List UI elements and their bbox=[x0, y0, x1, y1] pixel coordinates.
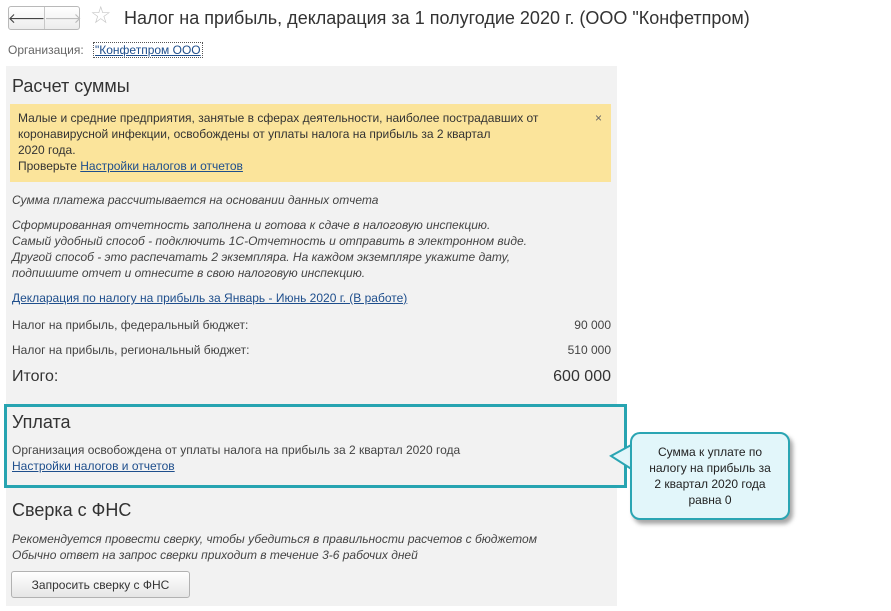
regional-tax-label: Налог на прибыль, региональный бюджет: bbox=[12, 343, 250, 357]
notice-check-prefix: Проверьте bbox=[18, 159, 81, 173]
report-note-line: Самый удобный способ - подключить 1С-Отч… bbox=[12, 234, 527, 248]
callout-line: Сумма к уплате по bbox=[657, 445, 763, 459]
notice-line: 2020 года. bbox=[18, 143, 76, 157]
navigation-buttons: 🡐 🡒 bbox=[7, 6, 82, 30]
notice-line: Проверьте Настройки налогов и отчетов bbox=[18, 158, 581, 174]
total-value: 600 000 bbox=[553, 368, 611, 385]
forward-button[interactable]: 🡒 bbox=[44, 7, 82, 29]
arrow-left-icon: 🡐 bbox=[7, 9, 46, 26]
section-title-payment: Уплата bbox=[12, 412, 71, 432]
report-note-line: Другой способ - это распечатать 2 экземп… bbox=[12, 250, 511, 264]
total-label: Итого: bbox=[12, 368, 59, 385]
federal-tax-value: 90 000 bbox=[574, 318, 611, 332]
page-title: Налог на прибыль, декларация за 1 полуго… bbox=[124, 8, 750, 28]
notice-line: коронавирусной инфекции, освобождены от … bbox=[18, 127, 491, 141]
callout-note: Сумма к уплате по налогу на прибыль за 2… bbox=[630, 432, 790, 520]
tax-settings-link[interactable]: Настройки налогов и отчетов bbox=[80, 159, 243, 173]
reconciliation-note-line: Рекомендуется провести сверку, чтобы убе… bbox=[12, 532, 537, 546]
close-icon[interactable]: × bbox=[595, 110, 602, 126]
arrow-right-icon: 🡒 bbox=[44, 9, 82, 26]
report-note-line: Сформированная отчетность заполнена и го… bbox=[12, 218, 491, 232]
notice-line: Малые и средние предприятия, занятые в с… bbox=[18, 111, 539, 125]
payment-exemption-text: Организация освобождена от уплаты налога… bbox=[12, 443, 461, 457]
section-title-calculation: Расчет суммы bbox=[12, 76, 130, 96]
organization-link[interactable]: "Конфетпром ООО bbox=[93, 42, 203, 58]
back-button[interactable]: 🡐 bbox=[7, 7, 46, 29]
callout-line: налогу на прибыль за bbox=[649, 461, 771, 475]
basis-note: Сумма платежа рассчитывается на основани… bbox=[12, 193, 379, 207]
declaration-link[interactable]: Декларация по налогу на прибыль за Январ… bbox=[12, 291, 407, 305]
request-reconciliation-button[interactable]: Запросить сверку с ФНС bbox=[11, 571, 190, 598]
reconciliation-note-line: Обычно ответ на запрос сверки приходит в… bbox=[12, 548, 418, 562]
favorite-star-icon[interactable]: ☆ bbox=[90, 3, 112, 29]
regional-tax-value: 510 000 bbox=[567, 343, 611, 357]
organization-label: Организация: bbox=[8, 43, 84, 57]
reconciliation-note: Рекомендуется провести сверку, чтобы убе… bbox=[12, 531, 537, 563]
report-note: Сформированная отчетность заполнена и го… bbox=[12, 217, 527, 281]
exemption-notice: Малые и средние предприятия, занятые в с… bbox=[10, 104, 611, 182]
federal-tax-label: Налог на прибыль, федеральный бюджет: bbox=[12, 318, 249, 332]
callout-line: 2 квартал 2020 года bbox=[654, 477, 766, 491]
callout-line: равна 0 bbox=[688, 493, 732, 507]
section-title-reconciliation: Сверка с ФНС bbox=[12, 500, 132, 520]
report-note-line: подпишите отчет и отнесите в свою налого… bbox=[12, 266, 366, 280]
payment-tax-settings-link[interactable]: Настройки налогов и отчетов bbox=[12, 459, 175, 473]
